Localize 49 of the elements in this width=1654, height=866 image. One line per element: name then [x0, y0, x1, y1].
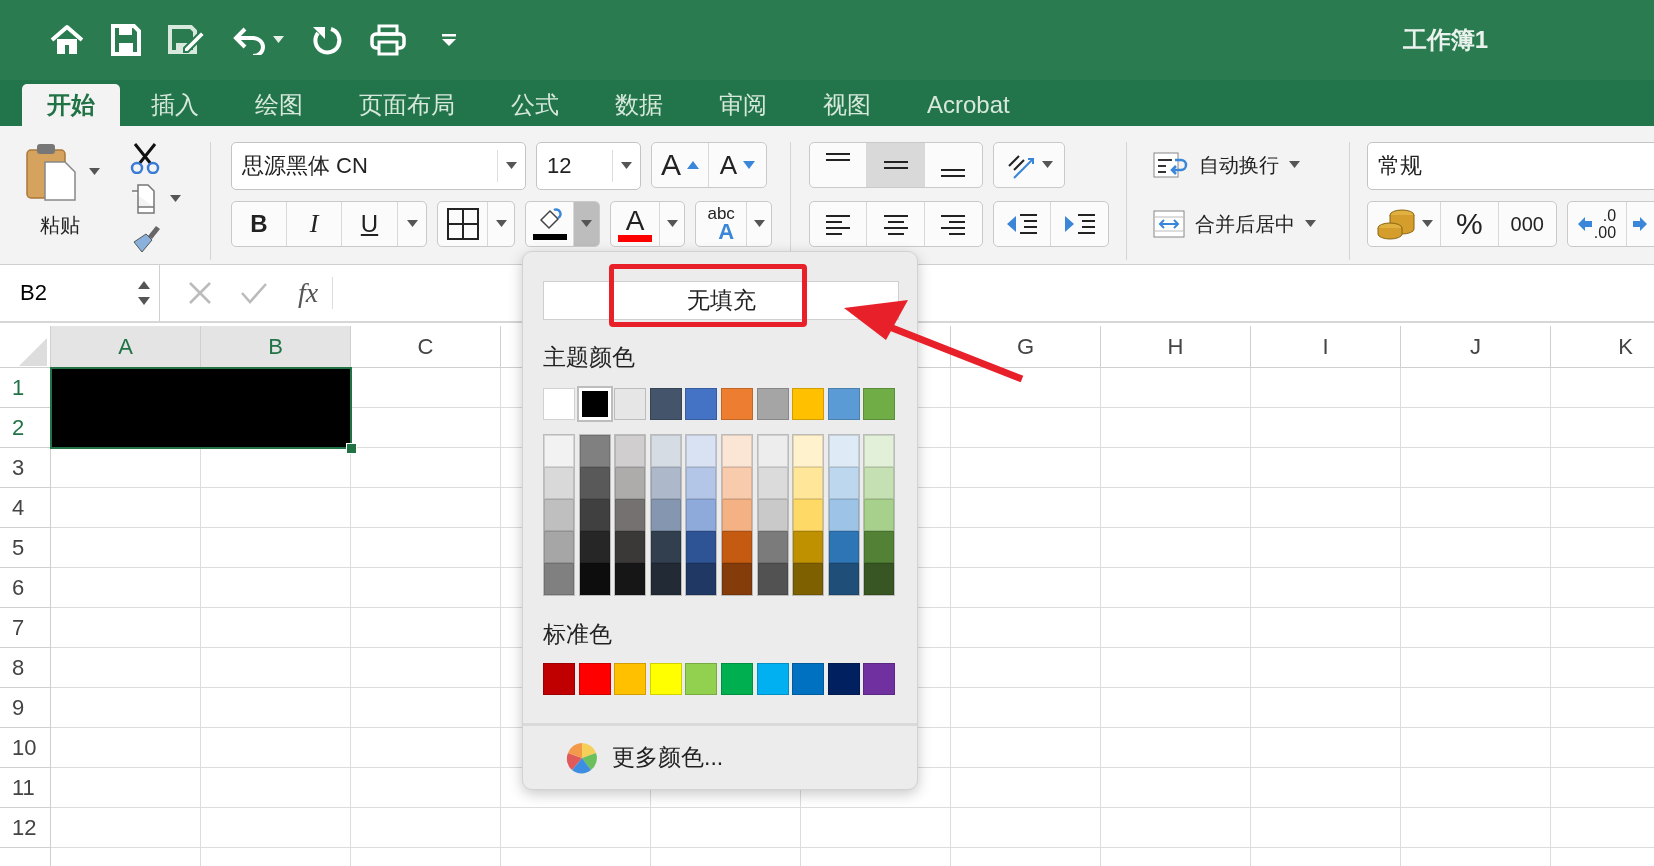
thousands-button[interactable]: 000	[1498, 202, 1556, 246]
row-header[interactable]: 12	[0, 808, 51, 848]
column-header[interactable]: A	[51, 326, 201, 368]
ribbon-tab[interactable]: 视图	[798, 84, 896, 126]
row-header[interactable]: 4	[0, 488, 51, 528]
ribbon-tab[interactable]: 插入	[126, 84, 224, 126]
row-header[interactable]: 8	[0, 648, 51, 688]
paste-label: 粘贴	[40, 213, 80, 238]
increase-decimal-button[interactable]: .0 .00	[1568, 202, 1627, 246]
window-title: 工作簿1	[1402, 25, 1488, 55]
number-format-field[interactable]: 常规	[1367, 142, 1654, 190]
column-header[interactable]: G	[951, 326, 1101, 368]
column-header[interactable]: B	[201, 326, 351, 368]
column-header[interactable]: H	[1101, 326, 1251, 368]
row-header[interactable]: 3	[0, 448, 51, 488]
no-fill-button[interactable]: 无填充	[543, 281, 899, 321]
wrap-text-button[interactable]: 自动换行	[1153, 142, 1325, 188]
column-header[interactable]: C	[351, 326, 501, 368]
row-header[interactable]: 11	[0, 768, 51, 808]
ribbon-tab[interactable]: 审阅	[694, 84, 792, 126]
row-header[interactable]: 10	[0, 728, 51, 768]
merge-center-button[interactable]: 合并后居中	[1153, 201, 1325, 247]
font-color-button[interactable]: A	[611, 202, 661, 246]
ribbon-tab[interactable]: 页面布局	[334, 84, 480, 126]
percent-button[interactable]: %	[1441, 202, 1499, 246]
ribbon-tab[interactable]: 绘图	[230, 84, 328, 126]
shrink-font-button[interactable]: A	[709, 143, 766, 187]
column-header[interactable]: I	[1251, 326, 1401, 368]
more-colors-item[interactable]: 更多颜色...	[523, 723, 917, 789]
ribbon-tab[interactable]: Acrobat	[902, 84, 1035, 126]
row-header[interactable]: 9	[0, 688, 51, 728]
insert-function-button[interactable]: fx	[298, 277, 334, 309]
column-header[interactable]: J	[1401, 326, 1551, 368]
italic-button[interactable]: I	[287, 202, 342, 246]
text-effects-button[interactable]: abc A	[696, 202, 748, 246]
ribbon-tab[interactable]: 数据	[590, 84, 688, 126]
grow-font-button[interactable]: A	[652, 143, 709, 187]
bold-button[interactable]: B	[232, 202, 287, 246]
name-box[interactable]: B2	[0, 265, 160, 321]
underline-button[interactable]: U	[342, 202, 398, 246]
font-size-field[interactable]: 12	[536, 142, 641, 190]
row-header[interactable]: 6	[0, 568, 51, 608]
row-header[interactable]: 7	[0, 608, 51, 648]
font-name-field[interactable]: 思源黑体 CN	[231, 142, 526, 190]
section-heading: 主题颜色	[543, 342, 635, 372]
ribbon-tab[interactable]: 公式	[486, 84, 584, 126]
row-header[interactable]: 5	[0, 528, 51, 568]
ribbon-tab[interactable]: 开始	[22, 84, 120, 126]
section-heading: 标准色	[543, 619, 612, 649]
